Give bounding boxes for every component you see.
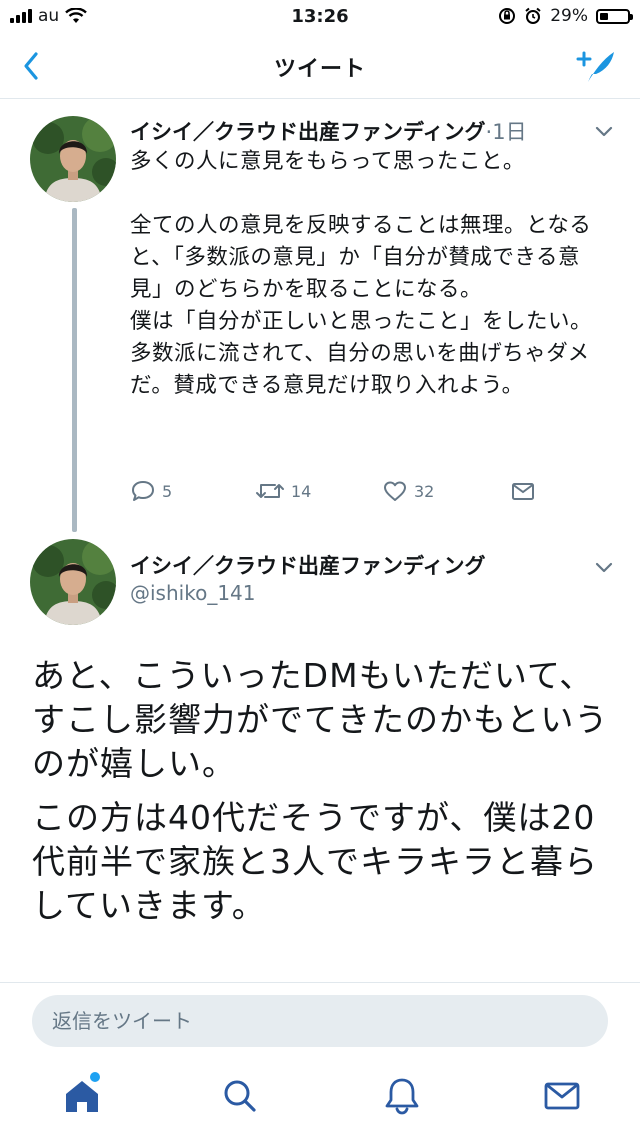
compose-button[interactable] [574, 46, 618, 86]
mail-icon [512, 483, 534, 500]
tab-home[interactable] [60, 1072, 104, 1118]
status-bar: au 13:26 29% [0, 0, 640, 34]
tab-messages[interactable] [540, 1074, 584, 1118]
tweet2-handle[interactable]: @ishiko_141 [130, 581, 256, 605]
like-count: 32 [414, 481, 435, 501]
reply-input[interactable] [32, 995, 608, 1047]
retweet-button[interactable]: 14 [255, 479, 311, 503]
tweet2-paragraph: この方は40代だそうですが、僕は20代前半で家族と3人でキラキラと暮らしていきま… [32, 798, 598, 925]
tab-search[interactable] [218, 1074, 262, 1118]
avatar[interactable] [30, 539, 116, 625]
rotation-lock-icon [499, 8, 516, 24]
tweet1-header: イシイ／クラウド出産ファンディング·1日 [130, 116, 527, 146]
avatar-photo-icon [30, 116, 116, 202]
share-button[interactable] [510, 479, 536, 503]
battery-percent: 29% [550, 6, 588, 26]
nav-bar: ツイート [0, 34, 640, 99]
tweet1-actions: 5 14 32 [130, 479, 550, 507]
tweet1-more-icon[interactable] [594, 124, 614, 138]
tweet2-text: あと、こういったDMもいただいて、すこし影響力がでてきたのかもというのが嬉しい。… [32, 654, 612, 938]
heart-icon [384, 481, 406, 501]
retweet-count: 14 [291, 481, 312, 501]
new-content-dot [90, 1072, 100, 1082]
search-icon [224, 1080, 256, 1112]
messages-icon [544, 1082, 580, 1110]
like-button[interactable]: 32 [382, 479, 434, 503]
compose-tweet-icon [576, 51, 614, 82]
thread-line [72, 208, 77, 532]
status-right: 29% [498, 6, 633, 26]
tweet2-author-name[interactable]: イシイ／クラウド出産ファンディング [130, 550, 486, 580]
notifications-icon [385, 1078, 419, 1115]
battery-icon [596, 8, 633, 24]
avatar-photo-icon [30, 539, 116, 625]
avatar[interactable] [30, 116, 116, 202]
retweet-icon [256, 484, 284, 498]
tab-notifications[interactable] [380, 1074, 424, 1118]
tweet1-author-name[interactable]: イシイ／クラウド出産ファンディング [130, 120, 486, 144]
tweet1-age: ·1日 [485, 120, 527, 144]
alarm-icon [525, 7, 541, 24]
page-title: ツイート [273, 57, 366, 82]
reply-bar [0, 982, 640, 1053]
tweet1-text: 多くの人に意見をもらって思ったこと。 全ての人の意見を反映することは無理。となる… [130, 149, 593, 398]
reply-count: 5 [162, 481, 173, 501]
tab-bar [0, 1062, 640, 1137]
tweet2-paragraph: あと、こういったDMもいただいて、すこし影響力がでてきたのかもというのが嬉しい。 [32, 656, 609, 783]
tweet2-more-icon[interactable] [594, 560, 614, 574]
reply-button[interactable]: 5 [130, 479, 172, 503]
reply-icon [132, 481, 154, 501]
